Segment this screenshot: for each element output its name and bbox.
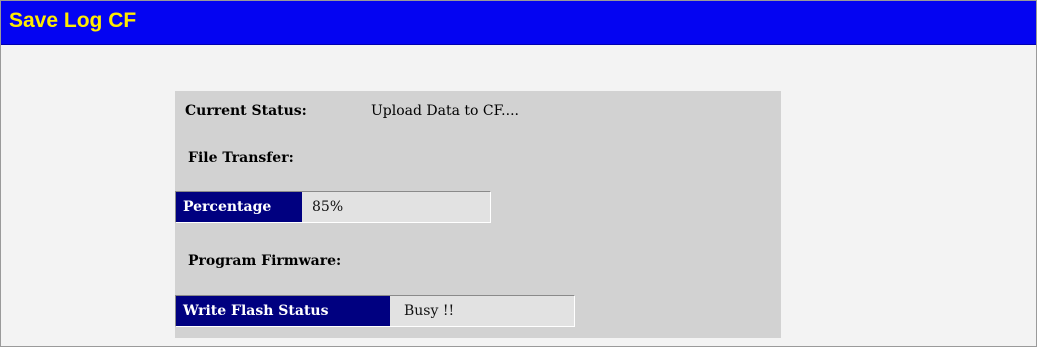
title-bar: Save Log CF [1,1,1036,45]
percentage-label: Percentage [176,192,304,222]
write-flash-status-field: Write Flash Status Busy !! [175,295,575,327]
write-flash-status-value: Busy !! [404,303,455,319]
write-flash-status-label: Write Flash Status [176,296,392,326]
current-status-label: Current Status: [185,103,307,119]
percentage-value: 85% [312,199,344,215]
program-firmware-heading: Program Firmware: [188,253,342,269]
save-log-cf-window: Save Log CF Current Status: Upload Data … [0,0,1037,347]
current-status-value: Upload Data to CF.... [371,103,519,119]
percentage-field: Percentage 85% [175,191,491,223]
page-title: Save Log CF [9,9,137,32]
status-panel: Current Status: Upload Data to CF.... Fi… [175,91,781,338]
file-transfer-heading: File Transfer: [188,150,294,166]
